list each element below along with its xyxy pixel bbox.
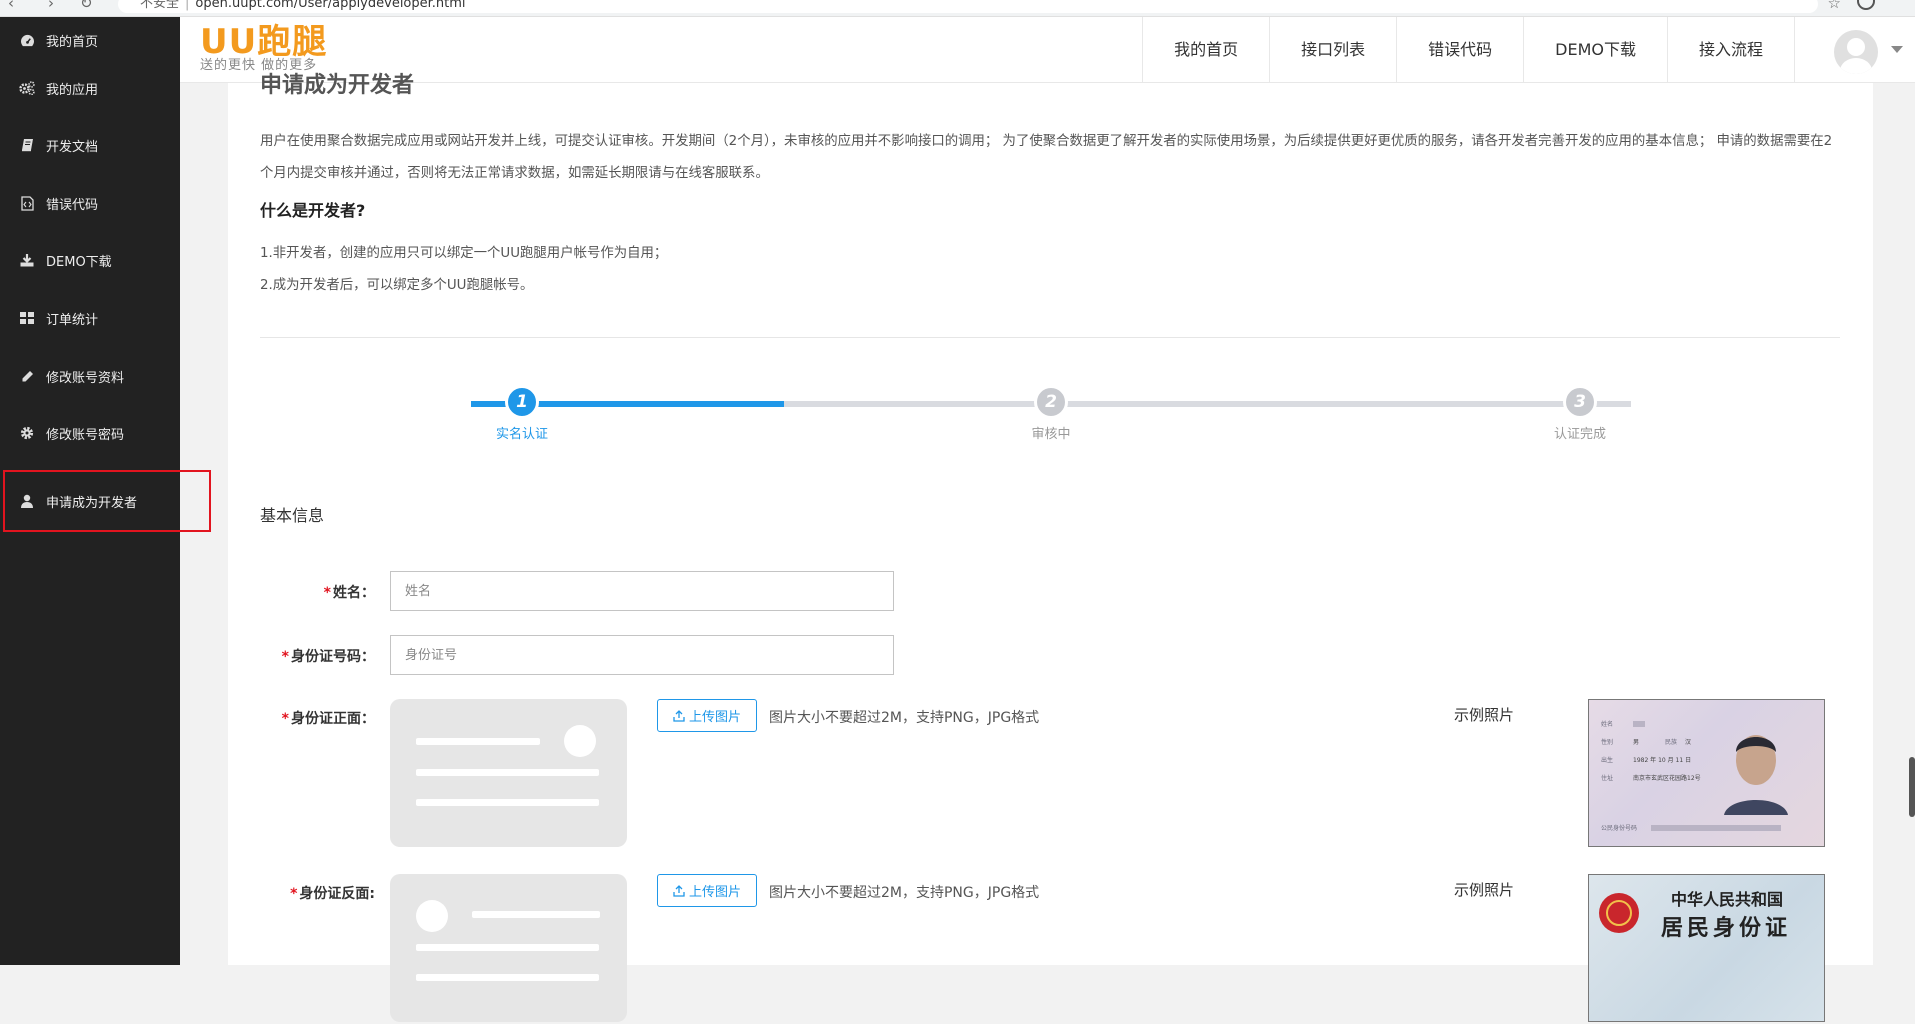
user-icon bbox=[19, 493, 35, 509]
browser-toolbar: ‹ › ↻ 不安全 | open.uupt.com/User/applydevelo… bbox=[0, 0, 1915, 17]
sidebar-item-home[interactable]: 我的首页 bbox=[0, 20, 180, 60]
nav-error-codes[interactable]: 错误代码 bbox=[1396, 17, 1523, 83]
sidebar-item-label: 订单统计 bbox=[46, 312, 99, 328]
address-bar[interactable]: 不安全 | open.uupt.com/User/applydeveloper.ht… bbox=[118, 0, 1818, 13]
form-row-id-front: * 身份证正面： 上传图片 图片大小不要超过2M，支持PNG，JPG格式 示例照片… bbox=[228, 699, 1873, 849]
id-back-placeholder-image[interactable] bbox=[390, 874, 627, 1022]
nav-demo-download[interactable]: DEMO下载 bbox=[1523, 17, 1667, 83]
sidebar-item-label: 我的应用 bbox=[46, 82, 99, 98]
sample-back-line-1: 中华人民共和国 bbox=[1671, 890, 1783, 909]
upload-icon bbox=[673, 709, 685, 722]
sample-front-address-key: 住址 bbox=[1601, 774, 1613, 782]
form-row-id-back: * 身份证反面: 上传图片 图片大小不要超过2M，支持PNG，JPG格式 示例照片… bbox=[228, 874, 1873, 1024]
name-label: * 姓名： bbox=[323, 585, 375, 601]
section-title-basic-info: 基本信息 bbox=[260, 506, 325, 525]
step-reviewing: 2 审核中 bbox=[991, 385, 1111, 442]
page-title: 申请成为开发者 bbox=[260, 73, 415, 98]
book-icon bbox=[19, 137, 35, 153]
sidebar-item-orders[interactable]: 订单统计 bbox=[0, 298, 180, 338]
pencil-icon bbox=[19, 368, 35, 384]
logo[interactable]: UU跑腿 送的更快 做的更多 bbox=[200, 23, 327, 73]
upload-back-button[interactable]: 上传图片 bbox=[657, 874, 757, 907]
sample-front-birth-key: 出生 bbox=[1601, 756, 1613, 764]
id-back-label: * 身份证反面: bbox=[290, 886, 375, 902]
point-item: 1.非开发者，创建的应用只可以绑定一个UU跑腿用户帐号作为自用； bbox=[260, 246, 668, 261]
step-label: 认证完成 bbox=[1553, 427, 1606, 442]
nav-home[interactable]: 我的首页 bbox=[1142, 17, 1269, 83]
file-code-icon bbox=[19, 195, 35, 211]
sidebar-item-label: DEMO下载 bbox=[46, 254, 112, 270]
upload-front-button[interactable]: 上传图片 bbox=[657, 699, 757, 732]
id-front-placeholder-image[interactable] bbox=[390, 699, 627, 847]
security-label: 不安全 bbox=[140, 0, 180, 11]
intro-text: 用户在使用聚合数据完成应用或网站开发并上线，可提交认证审核。开发期间（2个月），… bbox=[260, 134, 1833, 181]
account-icon[interactable] bbox=[1857, 0, 1875, 10]
sample-front-address-value: 南京市玄武区花园路12号 bbox=[1633, 774, 1701, 782]
main-content: 申请成为开发者 用户在使用聚合数据完成应用或网站开发并上线，可提交认证审核。开发… bbox=[228, 73, 1873, 1022]
step-number: 3 bbox=[1563, 385, 1597, 419]
upload-hint: 图片大小不要超过2M，支持PNG，JPG格式 bbox=[769, 885, 1040, 901]
step-complete: 3 认证完成 bbox=[1520, 385, 1640, 442]
download-icon bbox=[19, 252, 35, 268]
progress-steps: 1 实名认证 2 审核中 3 认证完成 bbox=[471, 385, 1631, 445]
sidebar-item-errors[interactable]: 错误代码 bbox=[0, 183, 180, 223]
step-number: 2 bbox=[1034, 385, 1068, 419]
name-input[interactable] bbox=[390, 571, 894, 611]
sample-front-nation-key: 民族 bbox=[1665, 738, 1677, 746]
sidebar-item-docs[interactable]: 开发文档 bbox=[0, 125, 180, 165]
divider bbox=[260, 337, 1840, 338]
upload-icon bbox=[673, 884, 685, 897]
id-front-label: * 身份证正面： bbox=[281, 711, 375, 727]
sidebar: 我的首页 我的应用 开发文档 错误代码 DEMO下载 订单统计 修改账号资料 修… bbox=[0, 17, 211, 965]
sample-photo-label: 示例照片 bbox=[1454, 706, 1515, 724]
sidebar-item-label: 申请成为开发者 bbox=[46, 495, 138, 511]
sidebar-item-label: 我的首页 bbox=[46, 34, 99, 50]
sample-front-sex-value: 男 bbox=[1633, 739, 1639, 746]
bookmark-star-icon[interactable]: ☆ bbox=[1828, 0, 1841, 12]
gear-icon bbox=[19, 425, 35, 441]
step-label: 审核中 bbox=[1031, 427, 1071, 442]
sidebar-item-label: 修改账号资料 bbox=[46, 370, 125, 386]
url-text: open.uupt.com/User/applydeveloper.html bbox=[195, 0, 466, 11]
grid-icon bbox=[19, 310, 35, 326]
scrollbar-thumb[interactable] bbox=[1909, 757, 1915, 817]
top-nav: 我的首页 接口列表 错误代码 DEMO下载 接入流程 bbox=[1142, 17, 1795, 83]
sidebar-item-label: 修改账号密码 bbox=[46, 427, 125, 443]
reload-icon[interactable]: ↻ bbox=[80, 0, 93, 12]
sample-front-idno-key: 公民身份号码 bbox=[1601, 824, 1637, 832]
step-number: 1 bbox=[505, 385, 539, 419]
sample-id-front-image: 姓名 性别 男 民族 汉 出生 1982 年 10 月 11 日 住址 南京市玄… bbox=[1588, 699, 1825, 847]
step-realname: 1 实名认证 bbox=[462, 385, 582, 442]
id-number-input[interactable] bbox=[390, 635, 894, 675]
nav-access-flow[interactable]: 接入流程 bbox=[1666, 17, 1795, 83]
sample-id-back-image: 中华人民共和国 居民身份证 bbox=[1588, 874, 1825, 1022]
sidebar-item-apps[interactable]: 我的应用 bbox=[0, 68, 180, 108]
chevron-down-icon[interactable] bbox=[1891, 46, 1903, 53]
sidebar-item-demo[interactable]: DEMO下载 bbox=[0, 240, 180, 280]
sidebar-item-label: 开发文档 bbox=[46, 139, 99, 155]
id-number-label: * 身份证号码： bbox=[281, 649, 375, 665]
sample-photo-label: 示例照片 bbox=[1454, 881, 1515, 899]
logo-text: UU跑腿 bbox=[200, 22, 328, 62]
sidebar-item-change-password[interactable]: 修改账号密码 bbox=[0, 413, 180, 453]
point-item: 2.成为开发者后，可以绑定多个UU跑腿帐号。 bbox=[260, 278, 534, 293]
sidebar-item-apply-developer[interactable]: 申请成为开发者 bbox=[3, 470, 211, 532]
sample-front-birth-value: 1982 年 10 月 11 日 bbox=[1633, 756, 1691, 764]
sample-back-line-2: 居民身份证 bbox=[1661, 915, 1791, 941]
top-header: UU跑腿 送的更快 做的更多 我的首页 接口列表 错误代码 DEMO下载 接入流… bbox=[180, 17, 1915, 83]
nav-api-list[interactable]: 接口列表 bbox=[1269, 17, 1396, 83]
sidebar-item-edit-profile[interactable]: 修改账号资料 bbox=[0, 356, 180, 396]
gears-icon bbox=[19, 80, 35, 96]
step-label: 实名认证 bbox=[495, 427, 548, 442]
sample-front-sex-key: 性别 bbox=[1601, 738, 1613, 746]
avatar[interactable] bbox=[1834, 30, 1878, 74]
section-heading-what-is-developer: 什么是开发者? bbox=[260, 201, 366, 220]
upload-hint: 图片大小不要超过2M，支持PNG，JPG格式 bbox=[769, 710, 1040, 726]
forward-icon[interactable]: › bbox=[48, 0, 54, 12]
sidebar-item-label: 错误代码 bbox=[46, 197, 99, 213]
back-icon[interactable]: ‹ bbox=[8, 0, 14, 12]
sample-front-nation-value: 汉 bbox=[1685, 738, 1691, 746]
sample-front-name-key: 姓名 bbox=[1601, 720, 1613, 728]
dashboard-icon bbox=[19, 32, 35, 48]
